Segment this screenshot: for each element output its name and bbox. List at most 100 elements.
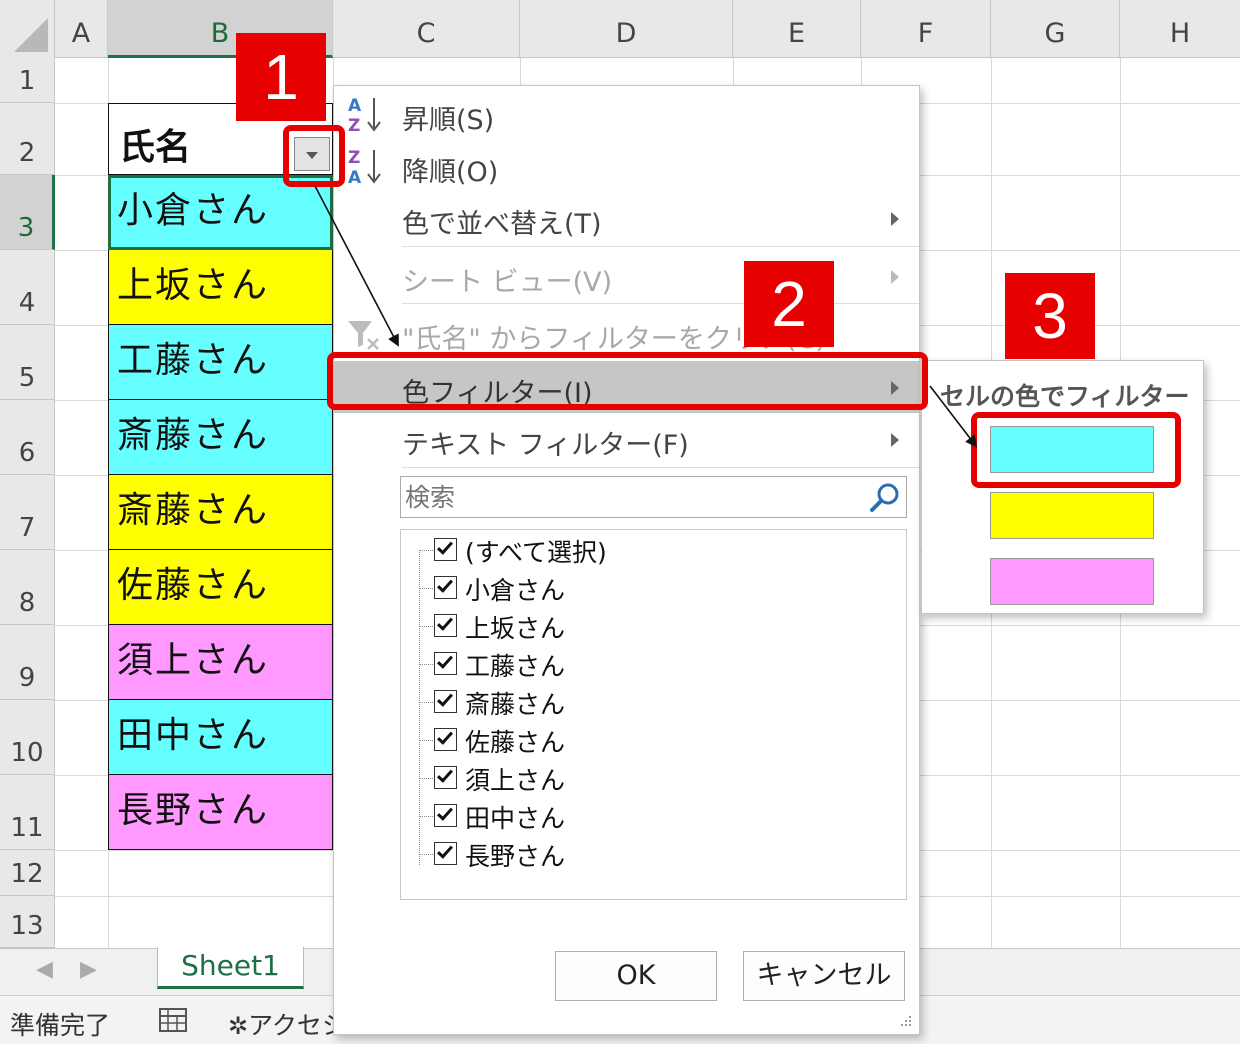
table-header-label: 氏名 (119, 127, 192, 168)
row-header-7[interactable]: 7 (0, 475, 55, 550)
row-header-1[interactable]: 1 (0, 58, 55, 103)
tab-next-icon[interactable]: ▶ (80, 957, 97, 982)
checkbox[interactable] (434, 538, 457, 561)
data-cell[interactable]: 斎藤さん (108, 475, 333, 550)
submenu-arrow-icon (891, 433, 899, 447)
list-item-label: 須上さん (465, 766, 566, 795)
menu-item-sort-descending[interactable]: Z A 降順(O) (334, 140, 919, 192)
data-cell[interactable]: 長野さん (108, 775, 333, 850)
list-item[interactable]: 上坂さん (419, 608, 899, 644)
list-item-label: 斎藤さん (465, 690, 566, 719)
checkbox[interactable] (434, 614, 457, 637)
clear-filter-icon (348, 321, 379, 350)
column-header-f[interactable]: F (861, 0, 991, 58)
select-all-triangle-icon (14, 18, 48, 52)
checkbox[interactable] (434, 766, 457, 789)
column-header-g[interactable]: G (991, 0, 1120, 58)
list-item[interactable]: 小倉さん (419, 570, 899, 606)
list-item-label: 小倉さん (465, 576, 566, 605)
row-header-5[interactable]: 5 (0, 325, 55, 400)
data-cell[interactable]: 田中さん (108, 700, 333, 775)
select-all-corner[interactable] (0, 0, 55, 58)
cell-mode-icon[interactable] (158, 1006, 188, 1034)
row-header-3[interactable]: 3 (0, 175, 55, 250)
list-item-label: 長野さん (465, 842, 566, 871)
list-item[interactable]: 須上さん (419, 760, 899, 796)
row-header-4[interactable]: 4 (0, 250, 55, 325)
list-item[interactable]: 工藤さん (419, 646, 899, 682)
tree-branch (419, 816, 433, 817)
row-header-12[interactable]: 12 (0, 850, 55, 896)
tree-branch (419, 778, 433, 779)
column-header-a[interactable]: A (55, 0, 108, 58)
data-cell[interactable]: 上坂さん (108, 250, 333, 325)
menu-item-label: 色で並べ替え(T) (402, 209, 602, 240)
tree-branch (419, 702, 433, 703)
search-box[interactable] (400, 476, 907, 518)
tree-branch (419, 740, 433, 741)
data-cell[interactable]: 須上さん (108, 625, 333, 700)
highlight-box-dropdown (283, 125, 345, 187)
checkbox[interactable] (434, 728, 457, 751)
checkbox[interactable] (434, 804, 457, 827)
menu-item-label: 降順(O) (402, 157, 499, 188)
menu-separator (402, 303, 919, 304)
sort-za-icon: Z A (348, 148, 381, 186)
checkbox[interactable] (434, 842, 457, 865)
list-item[interactable]: 佐藤さん (419, 722, 899, 758)
tree-branch (419, 664, 433, 665)
checkbox[interactable] (434, 652, 457, 675)
color-swatch-pink[interactable] (990, 558, 1154, 605)
list-item[interactable]: 長野さん (419, 836, 899, 872)
row-header-8[interactable]: 8 (0, 550, 55, 625)
column-header-e[interactable]: E (733, 0, 861, 58)
row-header-11[interactable]: 11 (0, 775, 55, 850)
tree-branch (419, 854, 433, 855)
status-accessibility[interactable]: ✲アクセシ (228, 1006, 347, 1042)
menu-item-text-filter[interactable]: テキスト フィルター(F) (334, 413, 919, 465)
resize-grip-icon[interactable] (899, 1014, 913, 1028)
column-header-d[interactable]: D (520, 0, 733, 58)
ok-button[interactable]: OK (555, 951, 717, 1001)
row-header-9[interactable]: 9 (0, 625, 55, 700)
menu-item-sort-by-color[interactable]: 色で並べ替え(T) (334, 192, 919, 244)
list-item[interactable]: 斎藤さん (419, 684, 899, 720)
sheet-tab-sheet1[interactable]: Sheet1 (157, 947, 304, 989)
tab-prev-icon[interactable]: ◀ (36, 957, 53, 982)
checkbox[interactable] (434, 690, 457, 713)
svg-text:A: A (348, 96, 362, 116)
list-item[interactable]: 田中さん (419, 798, 899, 834)
checkmark-icon (437, 690, 453, 707)
cancel-button[interactable]: キャンセル (743, 951, 905, 1001)
column-header-h[interactable]: H (1120, 0, 1240, 58)
row-header-13[interactable]: 13 (0, 896, 55, 948)
submenu-arrow-icon (891, 212, 899, 226)
checkmark-icon (437, 538, 453, 555)
sort-az-icon: A Z (348, 96, 381, 134)
svg-text:Z: Z (348, 148, 360, 168)
menu-separator (402, 246, 919, 247)
row-header-10[interactable]: 10 (0, 700, 55, 775)
column-header-c[interactable]: C (333, 0, 520, 58)
checkbox[interactable] (434, 576, 457, 599)
svg-text:Z: Z (348, 116, 360, 134)
list-item-label: 上坂さん (465, 614, 566, 643)
menu-item-label: 昇順(S) (402, 105, 495, 136)
row-header-2[interactable]: 2 (0, 103, 55, 175)
status-ready: 準備完了 (10, 1011, 111, 1040)
search-input[interactable] (403, 479, 863, 515)
data-cell[interactable]: 斎藤さん (108, 400, 333, 475)
checkmark-icon (437, 576, 453, 593)
checkmark-icon (437, 728, 453, 745)
color-swatch-yellow[interactable] (990, 492, 1154, 539)
search-icon[interactable] (868, 481, 902, 515)
submenu-arrow-icon (891, 270, 899, 284)
menu-item-sort-ascending[interactable]: A Z 昇順(S) (334, 88, 919, 140)
row-header-6[interactable]: 6 (0, 400, 55, 475)
data-cell[interactable]: 佐藤さん (108, 550, 333, 625)
svg-text:A: A (348, 168, 362, 186)
highlight-box-cyan-swatch (971, 412, 1181, 488)
list-item-select-all[interactable]: (すべて選択) (419, 532, 899, 568)
list-item-label: 佐藤さん (465, 728, 566, 757)
data-cell[interactable]: 工藤さん (108, 325, 333, 400)
